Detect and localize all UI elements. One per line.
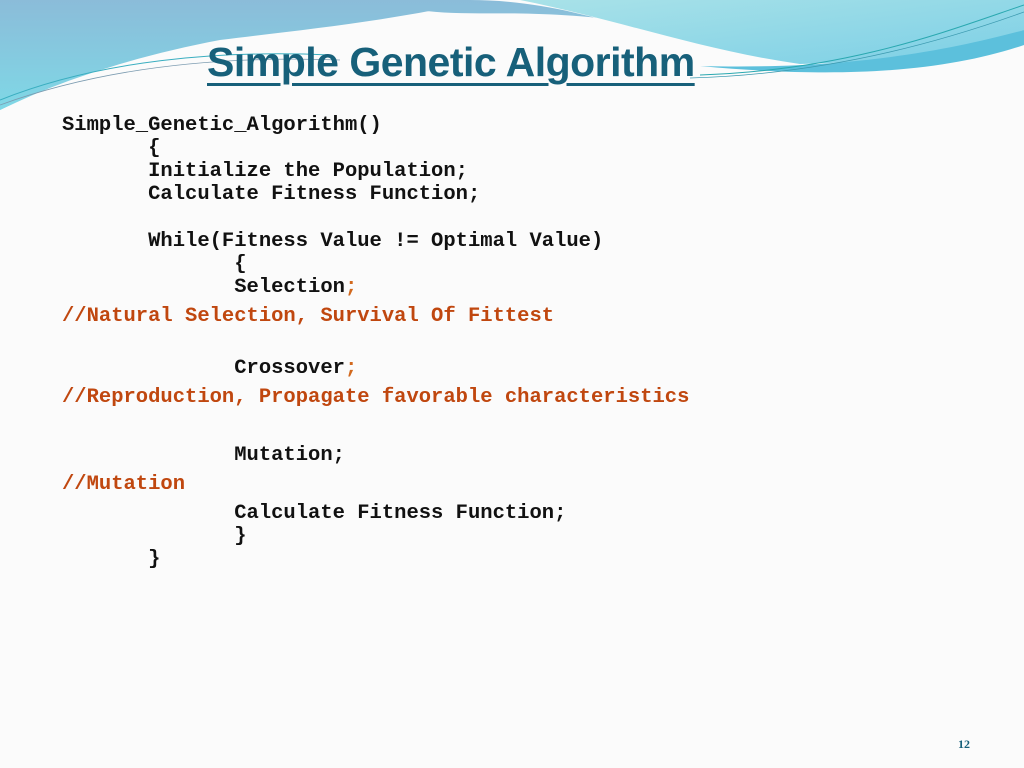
code-line-initialize-population: Initialize the Population; [62,160,468,183]
selection-text: Selection [62,276,345,299]
page-number: 12 [958,737,970,751]
code-line-calculate-fitness: Calculate Fitness Function; [62,183,481,206]
code-line-while-loop: While(Fitness Value != Optimal Value) [62,230,604,253]
code-line-loop-close-brace: } [62,525,247,548]
code-line-selection: Selection; [62,276,357,300]
code-line-calculate-fitness-loop: Calculate Fitness Function; [62,502,567,525]
comment-mutation: //Mutation [62,473,186,496]
comment-reproduction: //Reproduction, Propagate favorable char… [62,386,690,409]
crossover-text: Crossover [62,357,345,380]
code-line-crossover: Crossover; [62,357,357,381]
selection-semicolon: ; [344,276,358,299]
slide-title: Simple Genetic Algorithm [207,39,695,85]
code-line-open-brace: { [62,137,161,160]
code-line-close-brace: } [62,548,161,571]
comment-natural-selection: //Natural Selection, Survival Of Fittest [62,305,555,328]
code-line-mutation: Mutation; [62,444,345,467]
crossover-semicolon: ; [344,357,358,380]
code-line-loop-open-brace: { [62,253,247,276]
code-line-function-signature: Simple_Genetic_Algorithm() [62,114,382,137]
